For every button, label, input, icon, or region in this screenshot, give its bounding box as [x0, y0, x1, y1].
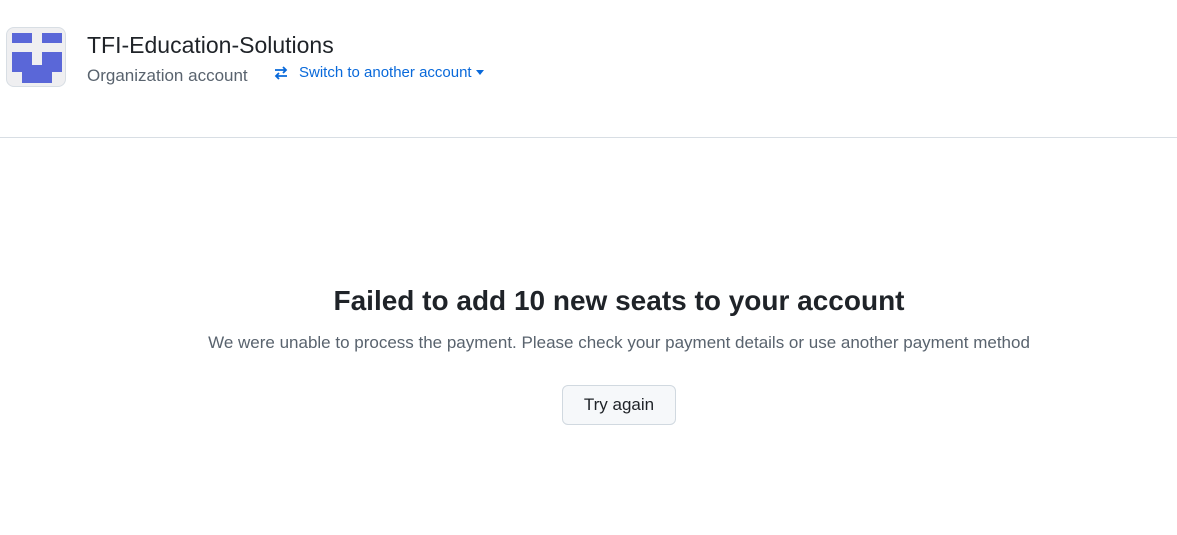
header-divider: [0, 137, 1177, 138]
arrows-switch-icon: [274, 65, 288, 80]
switch-account-label: Switch to another account: [299, 64, 472, 81]
org-avatar: [6, 27, 66, 87]
error-message: We were unable to process the payment. P…: [208, 333, 1030, 352]
org-name: TFI-Education-Solutions: [87, 32, 334, 58]
try-again-button[interactable]: Try again: [562, 385, 676, 425]
caret-down-icon: [475, 70, 484, 75]
error-heading: Failed to add 10 new seats to your accou…: [333, 285, 905, 316]
account-type: Organization account: [87, 66, 248, 85]
org-logo-icon: [12, 33, 62, 83]
switch-account-link[interactable]: Switch to another account: [273, 64, 484, 81]
